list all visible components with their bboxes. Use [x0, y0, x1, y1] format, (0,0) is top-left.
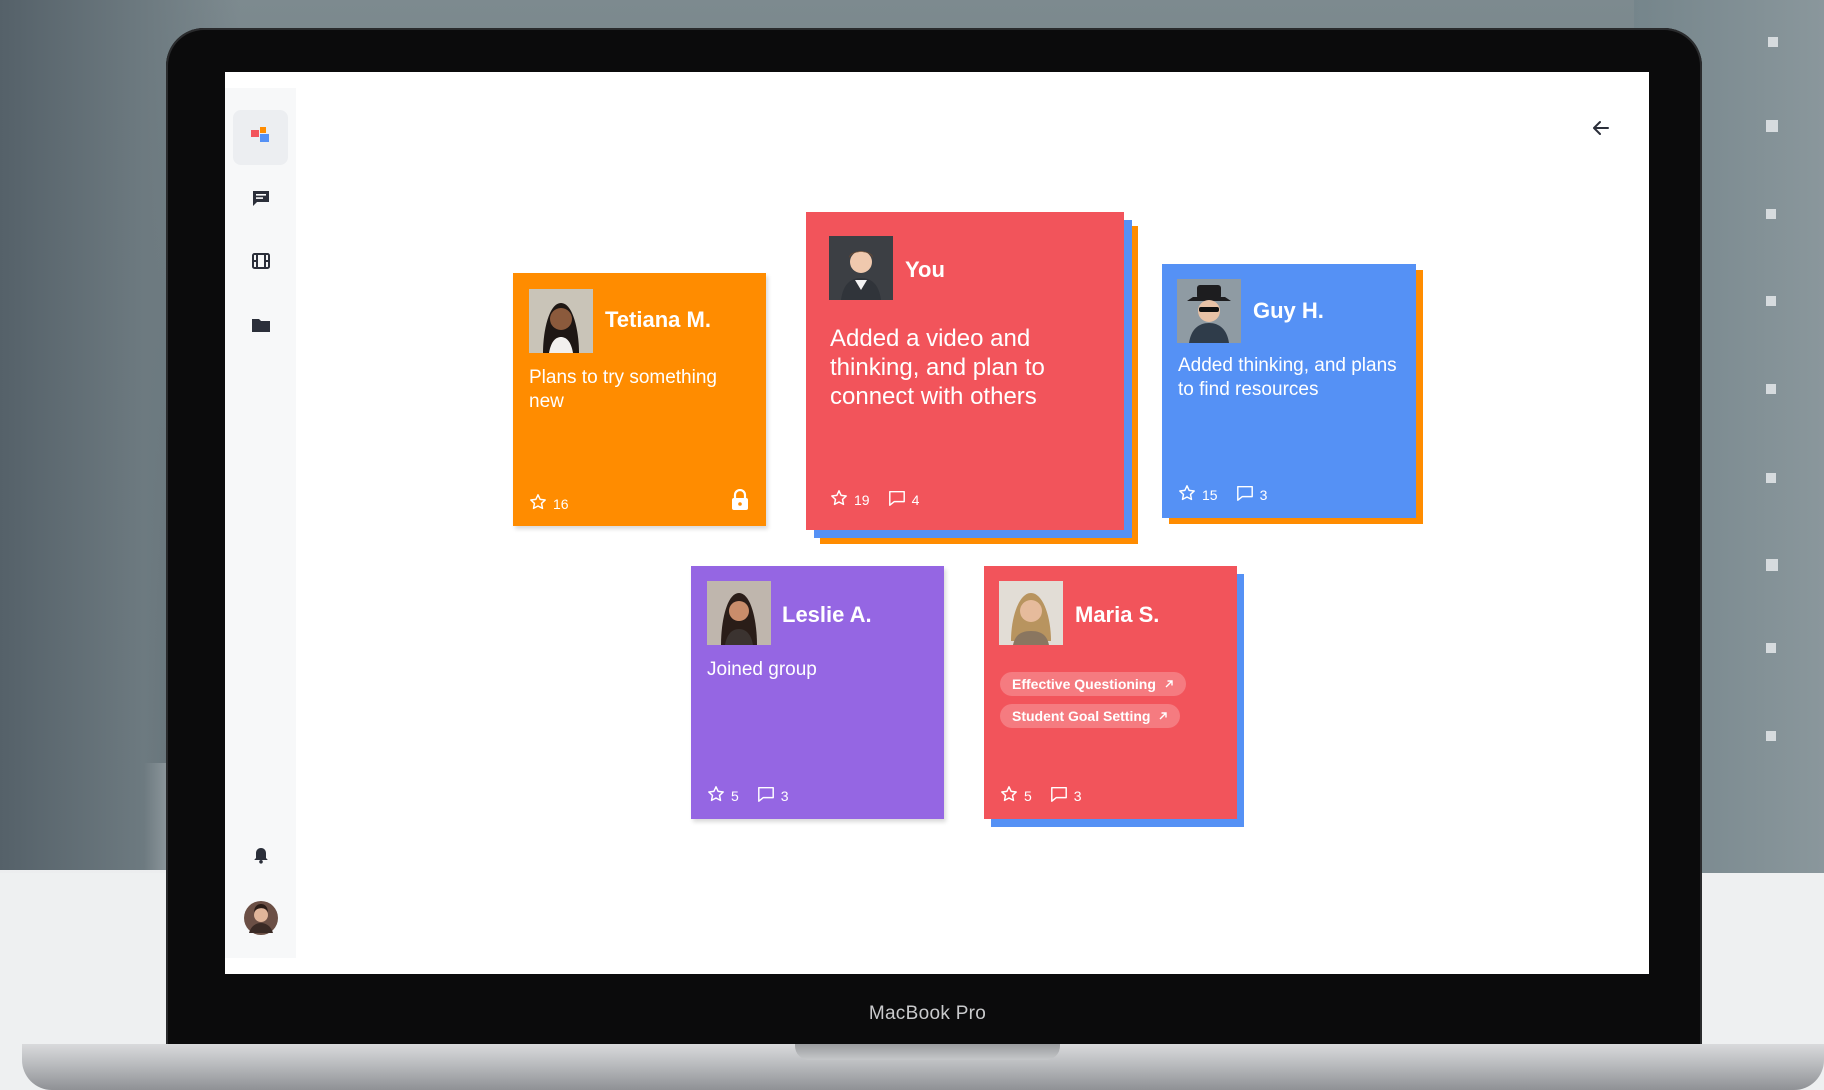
external-link-icon	[1158, 708, 1168, 724]
activity-card[interactable]: Maria S. Effective Questioning Student G…	[984, 566, 1237, 819]
decor-dot	[1766, 296, 1776, 306]
star-icon	[707, 785, 725, 806]
avatar	[707, 581, 771, 645]
dashboard-icon	[250, 124, 272, 151]
laptop-notch	[795, 1044, 1060, 1060]
star-count[interactable]: 5	[1000, 785, 1032, 806]
activity-card[interactable]: Leslie A. Joined group 5 3	[691, 566, 944, 819]
tag-list: Effective Questioning Student Goal Setti…	[1000, 672, 1186, 736]
back-button[interactable]	[1583, 112, 1619, 148]
external-link-icon	[1164, 676, 1174, 692]
comment-count[interactable]: 3	[757, 785, 789, 806]
laptop-label: MacBook Pro	[868, 1003, 987, 1024]
star-count-value: 5	[1024, 787, 1032, 804]
comment-icon	[1236, 484, 1254, 505]
card-stats: 15 3	[1178, 484, 1267, 505]
decor-dot	[1766, 559, 1778, 571]
comment-icon	[757, 785, 775, 806]
star-count[interactable]: 5	[707, 785, 739, 806]
card-stats: 5 3	[707, 785, 789, 806]
card-text: Added thinking, and plans to find resour…	[1178, 355, 1397, 400]
activity-card[interactable]: You Added a video and thinking, and plan…	[806, 212, 1124, 530]
star-icon	[1000, 785, 1018, 806]
card-text: Plans to try something new	[529, 367, 717, 412]
sidebar-item-chat[interactable]	[233, 173, 288, 228]
chat-icon	[251, 188, 271, 213]
star-icon	[1178, 484, 1196, 505]
bell-icon	[252, 846, 270, 869]
avatar	[1177, 279, 1241, 343]
decor-dot	[1766, 384, 1776, 394]
film-icon	[251, 251, 271, 276]
star-count-value: 19	[854, 491, 870, 508]
decor-dot	[1768, 37, 1778, 47]
star-count[interactable]: 16	[529, 493, 569, 514]
arrow-left-icon	[1591, 118, 1611, 143]
comment-count[interactable]: 3	[1236, 484, 1268, 505]
tag-link[interactable]: Student Goal Setting	[1000, 704, 1181, 728]
app-screen: Tetiana M. Plans to try something new 16	[225, 72, 1649, 974]
star-count[interactable]: 19	[830, 489, 870, 510]
sidebar-item-files[interactable]	[233, 300, 288, 355]
star-count-value: 5	[731, 787, 739, 804]
activity-card[interactable]: Guy H. Added thinking, and plans to find…	[1162, 264, 1416, 518]
card-author-name: Guy H.	[1253, 298, 1324, 323]
star-count[interactable]: 15	[1178, 484, 1218, 505]
comment-count[interactable]: 3	[1050, 785, 1082, 806]
star-count-value: 15	[1202, 486, 1218, 503]
tag-label: Student Goal Setting	[1012, 708, 1151, 724]
card-stats: 5 3	[1000, 785, 1082, 806]
comment-icon	[1050, 785, 1068, 806]
user-avatar	[243, 901, 278, 940]
card-text: Added a video and thinking, and plan to …	[830, 325, 1045, 410]
card-author-name: Tetiana M.	[605, 307, 711, 332]
comment-count[interactable]: 4	[888, 489, 920, 510]
user-avatar-button[interactable]	[233, 893, 288, 948]
notifications-button[interactable]	[233, 830, 288, 885]
card-text: Joined group	[707, 659, 817, 680]
avatar	[829, 236, 893, 300]
decor-dot	[1766, 209, 1776, 219]
tag-link[interactable]: Effective Questioning	[1000, 672, 1186, 696]
star-icon	[529, 493, 547, 514]
avatar	[999, 581, 1063, 645]
decor-dot	[1766, 473, 1776, 483]
comment-count-value: 3	[780, 787, 789, 804]
activity-card[interactable]: Tetiana M. Plans to try something new 16	[513, 273, 766, 526]
card-author-name: Maria S.	[1075, 602, 1160, 627]
decor-dot	[1766, 643, 1776, 653]
comment-icon	[888, 489, 906, 510]
sidebar	[225, 88, 296, 958]
decor-dot	[1766, 731, 1776, 741]
tag-label: Effective Questioning	[1012, 676, 1156, 692]
lock-icon	[730, 488, 750, 516]
comment-count-value: 3	[1073, 787, 1082, 804]
folder-icon	[251, 315, 271, 340]
sidebar-item-video[interactable]	[233, 236, 288, 291]
star-count-value: 16	[553, 495, 569, 512]
card-stats: 16	[529, 493, 569, 514]
sidebar-item-dashboard[interactable]	[233, 110, 288, 165]
star-icon	[830, 489, 848, 510]
comment-count-value: 4	[911, 491, 920, 508]
decor-dot	[1766, 120, 1778, 132]
card-author-name: Leslie A.	[782, 602, 872, 627]
comment-count-value: 3	[1259, 486, 1268, 503]
avatar	[529, 289, 593, 353]
card-author-name: You	[905, 257, 945, 282]
card-stats: 19 4	[830, 489, 919, 510]
